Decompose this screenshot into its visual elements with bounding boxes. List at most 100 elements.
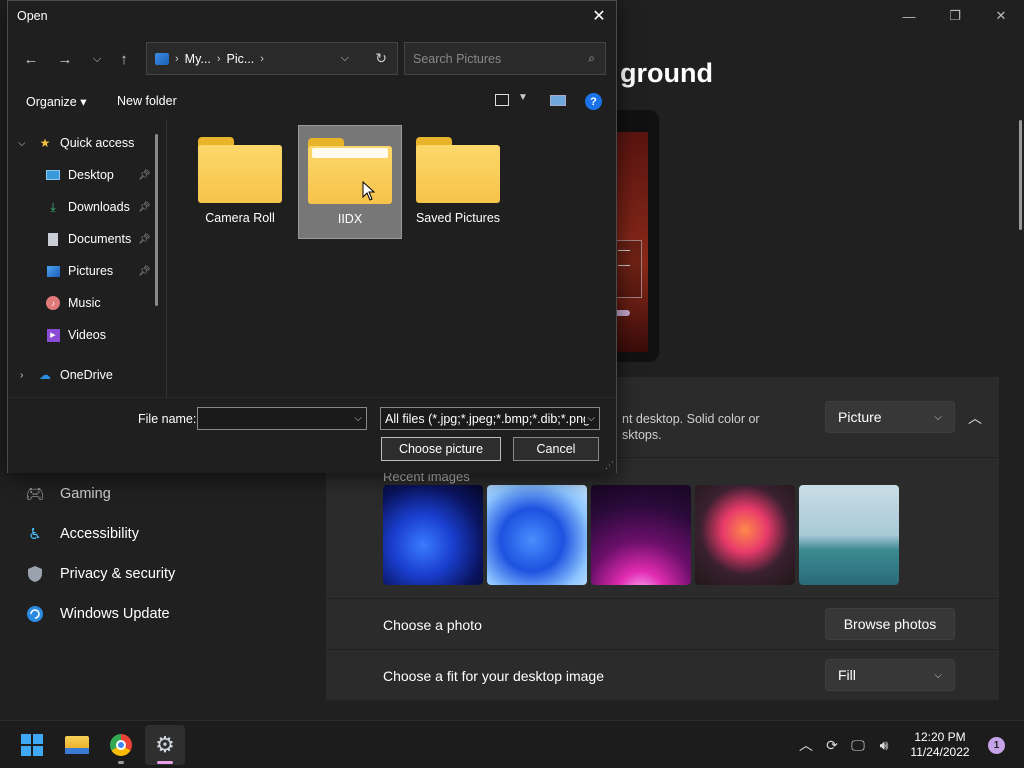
chevron-down-icon[interactable]: ⌵ <box>354 413 362 424</box>
address-dropdown-icon[interactable]: ⌵ <box>341 52 349 65</box>
nav-item-windows-update[interactable]: Windows Update <box>26 605 170 623</box>
background-type-dropdown[interactable]: Picture ⌵ <box>825 401 955 433</box>
recent-image-3[interactable] <box>591 485 691 585</box>
expand-arrow-icon[interactable]: ⌵ <box>18 138 26 149</box>
taskbar-settings[interactable]: ⚙ <box>145 725 185 765</box>
tree-item-onedrive[interactable]: ☁ OneDrive <box>38 368 113 382</box>
choose-picture-button[interactable]: Choose picture <box>381 437 501 461</box>
settings-scrollbar[interactable] <box>1019 120 1022 230</box>
start-button[interactable] <box>12 725 52 765</box>
shield-icon <box>26 565 44 583</box>
desktop: — ❐ ✕ ground nt desktop. Solid color or … <box>0 0 1024 768</box>
nav-item-privacy[interactable]: Privacy & security <box>26 565 175 583</box>
tree-item-pictures[interactable]: Pictures 📌︎ <box>46 264 151 278</box>
recent-image-4[interactable] <box>695 485 795 585</box>
chevron-down-icon: ⌵ <box>934 411 942 423</box>
music-icon: ♪ <box>46 296 60 310</box>
clock-date: 11/24/2022 <box>910 745 970 759</box>
browse-photos-button[interactable]: Browse photos <box>825 608 955 640</box>
new-folder-button[interactable]: New folder <box>117 94 177 108</box>
tree-item-videos[interactable]: ▶ Videos <box>46 328 106 342</box>
preview-pane-icon[interactable] <box>550 95 566 106</box>
chevron-up-icon[interactable]: ︿ <box>794 733 818 757</box>
up-arrow-icon[interactable]: ↑ <box>113 48 135 70</box>
volume-icon[interactable]: 🔊︎ <box>872 733 896 757</box>
folder-item[interactable]: IIDX <box>298 125 402 239</box>
pane-splitter[interactable] <box>166 119 167 397</box>
breadcrumb-item[interactable]: My... <box>185 52 211 66</box>
tree-item-downloads[interactable]: ⤓ Downloads 📌︎ <box>46 200 150 215</box>
chevron-down-icon: ⌵ <box>934 669 942 681</box>
forward-arrow-icon[interactable]: → <box>54 48 76 70</box>
address-bar[interactable]: › My... › Pic... › ⌵ ↻ <box>146 42 398 75</box>
nav-item-gaming[interactable]: 🎮︎ Gaming <box>25 485 110 503</box>
close-button[interactable]: ✕ <box>978 0 1024 32</box>
mouse-cursor-icon <box>362 181 376 201</box>
recent-image-5[interactable] <box>799 485 899 585</box>
recent-locations-chevron-icon[interactable]: ⌵ <box>86 48 108 70</box>
view-icon[interactable] <box>495 94 509 106</box>
folder-icon <box>65 736 89 754</box>
recent-image-2[interactable] <box>487 485 587 585</box>
collapse-button[interactable]: ︿ <box>962 405 988 431</box>
file-type-select[interactable]: All files (*.jpg;*.jpeg;*.bmp;*.dib;*.pn… <box>380 407 600 430</box>
file-name-label: File name: <box>138 412 197 426</box>
maximize-button[interactable]: ❐ <box>932 0 978 32</box>
dialog-toolbar: Organize ▾ New folder ▼ ? <box>8 87 616 115</box>
taskbar-chrome[interactable] <box>101 725 141 765</box>
fit-dropdown[interactable]: Fill ⌵ <box>825 659 955 691</box>
star-icon: ★ <box>39 136 51 150</box>
breadcrumb-chevron-icon: › <box>260 52 264 65</box>
recent-images-list <box>383 485 899 585</box>
taskbar-file-explorer[interactable] <box>57 725 97 765</box>
resize-grip-icon[interactable]: ⋰ <box>605 460 614 471</box>
tree-item-desktop[interactable]: Desktop 📌︎ <box>46 168 151 182</box>
pictures-location-icon <box>155 52 169 65</box>
refresh-icon[interactable]: ↻ <box>375 50 387 67</box>
page-title: ground <box>620 58 713 88</box>
settings-window-controls: — ❐ ✕ <box>886 0 1024 32</box>
organize-button[interactable]: Organize ▾ <box>26 94 86 109</box>
choose-photo-label: Choose a photo <box>383 617 482 633</box>
pin-icon: 📌︎ <box>138 265 151 277</box>
minimize-button[interactable]: — <box>886 0 932 32</box>
breadcrumb-item[interactable]: Pic... <box>227 52 255 66</box>
tree-item-quick-access[interactable]: ★ Quick access <box>38 136 135 150</box>
search-box[interactable]: ⌕ <box>404 42 606 75</box>
file-list: Camera Roll IIDX Saved Pictures <box>168 119 616 397</box>
expand-arrow-icon[interactable]: › <box>20 370 23 381</box>
sync-icon[interactable]: ⟳ <box>820 733 844 757</box>
file-name-field[interactable]: ⌵ <box>197 407 367 430</box>
cancel-button[interactable]: Cancel <box>513 437 599 461</box>
view-dropdown-icon[interactable]: ▼ <box>518 92 528 103</box>
folder-icon <box>308 138 392 208</box>
windows-logo-icon <box>21 734 43 756</box>
system-tray: ︿ ⟳ 🖵︎ 🔊︎ 12:20 PM 11/24/2022 1 <box>792 721 1024 768</box>
notification-badge[interactable]: 1 <box>988 736 1005 754</box>
clock[interactable]: 12:20 PM 11/24/2022 <box>902 730 978 760</box>
back-arrow-icon[interactable]: ← <box>20 48 42 70</box>
folder-item[interactable]: Camera Roll <box>188 125 292 239</box>
desktop-icon <box>46 168 60 182</box>
desktop-preview <box>612 110 659 362</box>
dialog-footer: File name: ⌵ All files (*.jpg;*.jpeg;*.b… <box>8 397 616 473</box>
refresh-icon <box>26 605 44 623</box>
open-dialog: Open ✕ ← → ⌵ ↑ › My... › Pic... › ⌵ ↻ ⌕ … <box>7 0 617 473</box>
tree-item-documents[interactable]: Documents 📌︎ <box>46 232 151 246</box>
navigation-scrollbar[interactable] <box>155 134 158 306</box>
nav-item-accessibility[interactable]: ♿︎ Accessibility <box>26 525 139 543</box>
folder-icon <box>198 137 282 207</box>
network-icon[interactable]: 🖵︎ <box>846 733 870 757</box>
background-description: nt desktop. Solid color or sktops. <box>622 412 760 442</box>
cloud-icon: ☁ <box>39 368 51 382</box>
tree-item-music[interactable]: ♪ Music <box>46 296 101 310</box>
recent-image-1[interactable] <box>383 485 483 585</box>
close-icon[interactable]: ✕ <box>588 5 610 27</box>
chevron-up-icon: ︿ <box>968 410 982 426</box>
folder-name: Saved Pictures <box>415 211 501 225</box>
search-input[interactable] <box>413 51 573 66</box>
pin-icon: 📌︎ <box>138 201 151 213</box>
help-icon[interactable]: ? <box>585 93 602 110</box>
folder-item[interactable]: Saved Pictures <box>406 125 510 239</box>
pin-icon: 📌︎ <box>138 233 151 245</box>
